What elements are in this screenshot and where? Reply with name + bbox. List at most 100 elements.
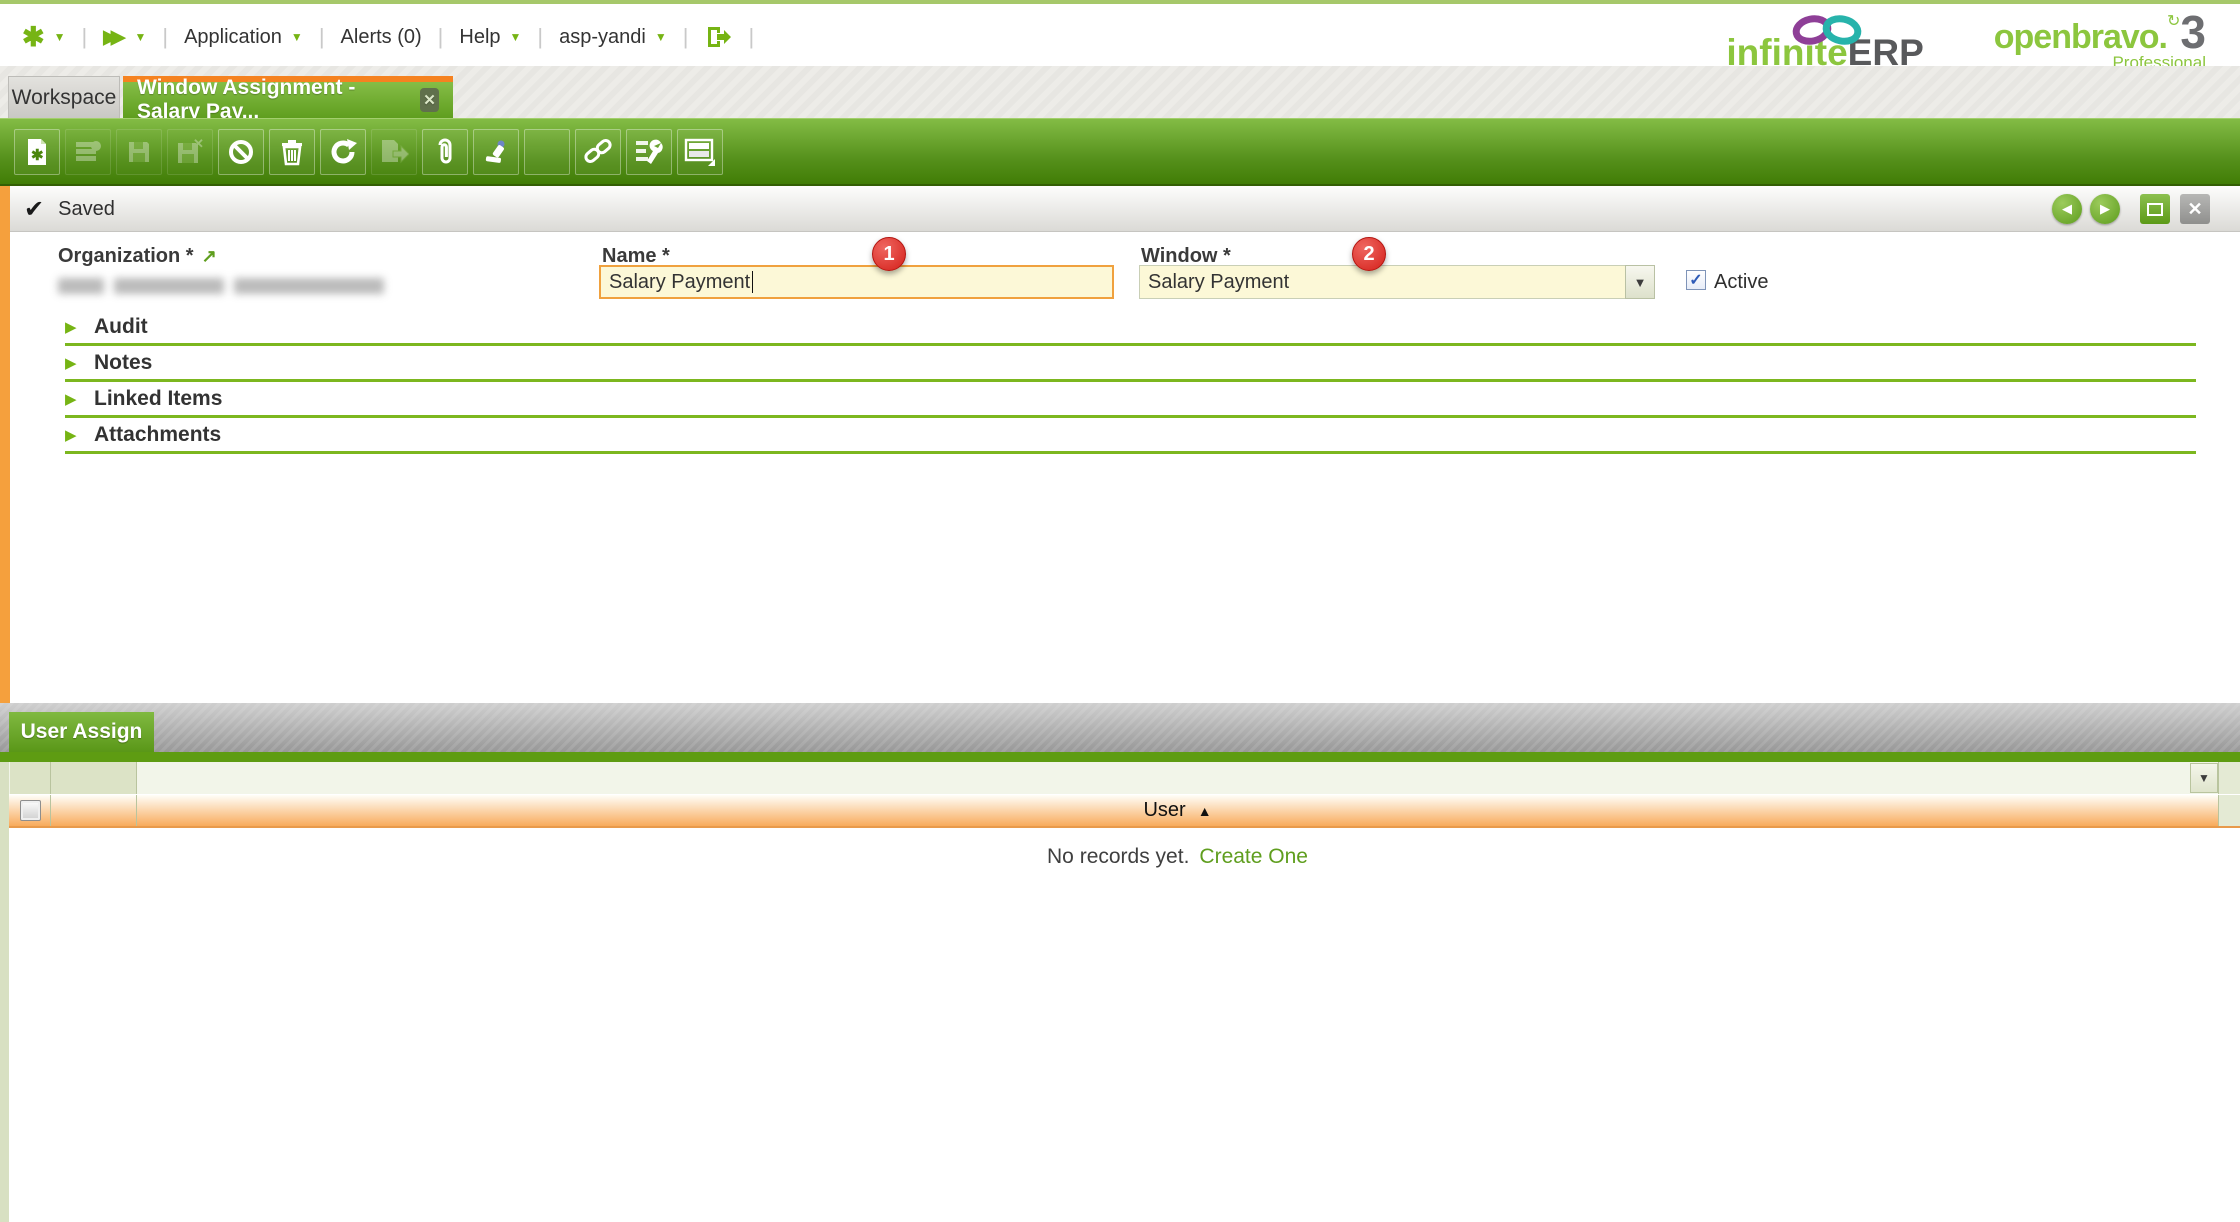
section-audit[interactable]: ▶ Audit [65,310,2196,346]
menu-divider: | [683,24,689,50]
tab-bar-texture [0,703,2240,752]
menu-divider: | [537,24,543,50]
tab-close-button[interactable]: ✕ [420,88,439,112]
select-all-header-cell[interactable] [10,795,51,826]
child-tab-bar: User Assign [0,703,2240,752]
row-tools-header-cell [51,795,137,826]
asterisk-icon: ✱ [22,22,45,53]
chevron-down-icon: ▼ [510,30,522,44]
organization-value-redacted [58,278,384,294]
grid-header-row: User ▲ [0,794,2240,828]
link-icon [583,137,613,167]
active-checkbox[interactable]: ✓ [1686,270,1706,290]
create-one-link[interactable]: Create One [1199,845,1308,868]
menu-divider: | [438,24,444,50]
user-column-header[interactable]: User ▲ [137,795,2218,826]
app-window: ✱ ▼ | ▶▶ ▼ | Application ▼ | Alerts (0) … [0,0,2240,1222]
stamp-icon [482,138,510,166]
help-menu[interactable]: Help ▼ [459,26,521,49]
close-icon: ✕ [2187,199,2202,220]
chevron-down-icon[interactable]: ▼ [134,30,146,44]
fast-forward-icon: ▶▶ [103,26,125,49]
tab-workspace[interactable]: Workspace [8,76,120,118]
grid-body: No records yet.Create One [0,828,2240,1222]
record-form: Organization *↗ Name * Salary Payment 1 … [0,232,2240,703]
section-linked-items[interactable]: ▶ Linked Items [65,382,2196,418]
expand-arrow-icon: ▶ [65,318,94,336]
expand-arrow-icon: ▶ [65,390,94,408]
filter-checkbox-cell [10,762,51,794]
brand-logos: infiniteERP openbravo.↻3 Professional [1726,12,2210,71]
arrow-left-icon: ◀ [2062,201,2072,217]
text-cursor [752,271,753,293]
application-menu[interactable]: Application ▼ [184,26,303,49]
close-form-button[interactable]: ✕ [2180,194,2210,224]
chevron-down-icon: ▼ [291,30,303,44]
chevron-down-icon: ▼ [1634,275,1647,290]
paperclip-icon [433,137,457,167]
top-menu-bar: ✱ ▼ | ▶▶ ▼ | Application ▼ | Alerts (0) … [0,0,2240,66]
filter-dropdown-button[interactable]: ▼ [2190,763,2218,793]
refresh-button[interactable] [320,129,366,175]
menu-divider: | [319,24,325,50]
export-icon [379,138,409,166]
infinite-erp-logo: infiniteERP [1726,18,1923,71]
grid-filter-row: ▼ [0,762,2240,794]
previous-record-button[interactable]: ◀ [2052,194,2082,224]
next-record-button[interactable]: ▶ [2090,194,2120,224]
save-close-button[interactable]: ✕ [167,129,213,175]
delete-button[interactable] [269,129,315,175]
attachments-button[interactable] [422,129,468,175]
save-icon [126,139,152,165]
status-text: Saved [58,198,115,221]
logout-icon [704,23,732,51]
toolbar-spacer-button [524,129,570,175]
check-icon: ✓ [1689,270,1702,290]
toggle-view-button[interactable] [677,129,723,175]
logout-button[interactable] [704,23,732,51]
audit-tools-button[interactable] [626,129,672,175]
toolbar: ✱ ✕ [0,118,2240,186]
user-menu[interactable]: asp-yandi ▼ [559,26,667,49]
new-row-button[interactable] [65,129,111,175]
svg-text:✱: ✱ [31,147,44,164]
trash-icon [279,138,305,166]
save-button[interactable] [116,129,162,175]
new-document-button[interactable]: ✱ [14,129,60,175]
user-filter-input[interactable] [137,762,2190,794]
annotation-badge-1: 1 [872,237,906,271]
wrench-list-icon [634,137,664,167]
maximize-button[interactable] [2140,194,2170,224]
menu-divider: | [82,24,88,50]
alerts-menu[interactable]: Alerts (0) [341,26,422,49]
chevron-down-icon: ▼ [2198,771,2210,785]
undo-button[interactable] [218,129,264,175]
chevron-down-icon[interactable]: ▼ [54,30,66,44]
active-label: Active [1714,271,1768,294]
grid-spacer-column [2218,795,2240,826]
main-menu: ✱ ▼ | ▶▶ ▼ | Application ▼ | Alerts (0) … [22,18,770,56]
window-dropdown-button[interactable]: ▼ [1625,265,1655,299]
filter-edit-cell [51,762,137,794]
window-input[interactable]: Salary Payment [1139,265,1625,299]
expand-arrow-icon: ▶ [65,354,94,372]
save-status: ✔ Saved [24,195,115,224]
grid-spacer-column [2218,762,2240,794]
cancel-icon [227,138,255,166]
empty-grid-message: No records yet.Create One [137,845,2218,869]
export-button[interactable] [371,129,417,175]
tab-window-assignment[interactable]: Window Assignment - Salary Pay... ✕ [123,76,453,118]
subtab-accent-strip [0,752,2240,762]
expand-arrow-icon: ▶ [65,426,94,444]
tab-user-assign[interactable]: User Assign [9,712,154,752]
organization-link-icon[interactable]: ↗ [202,246,217,266]
link-button[interactable] [575,129,621,175]
quick-launch-menu-button[interactable]: ▶▶ ▼ [103,26,146,49]
name-input[interactable]: Salary Payment [599,265,1114,299]
workspace-menu-button[interactable]: ✱ ▼ [22,22,66,53]
tab-strip: Workspace Window Assignment - Salary Pay… [0,66,2240,118]
section-notes[interactable]: ▶ Notes [65,346,2196,382]
section-attachments[interactable]: ▶ Attachments [65,418,2196,454]
clone-button[interactable] [473,129,519,175]
menu-divider: | [748,24,754,50]
